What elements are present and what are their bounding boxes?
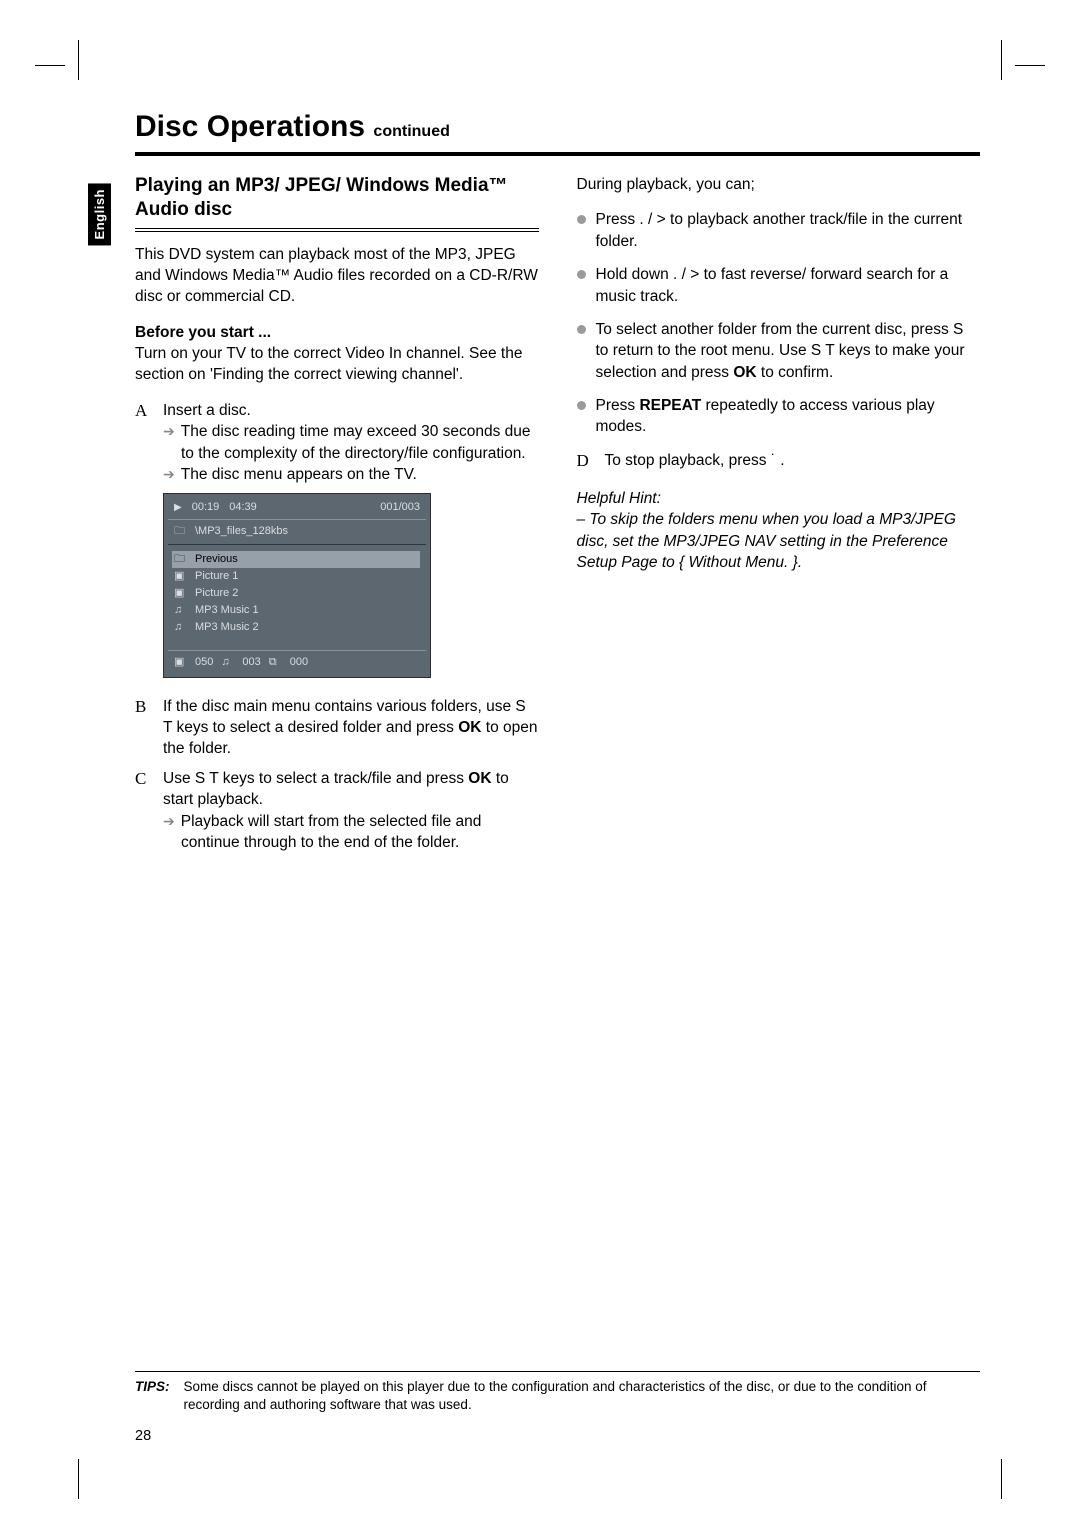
language-tab: English — [88, 183, 111, 245]
disc-menu-item: ▣ Picture 2 — [174, 585, 420, 602]
bullet-text-span: Press — [596, 397, 640, 414]
folder-icon: 🗀 — [174, 552, 187, 567]
tips-body: Some discs cannot be played on this play… — [184, 1378, 980, 1414]
time-elapsed: 00:19 — [192, 500, 220, 515]
bullet-item: Hold down . / > to fast reverse/ forward… — [577, 264, 981, 307]
video-icon: ⧉ — [269, 655, 282, 670]
before-you-start-body: Turn on your TV to the correct Video In … — [135, 345, 522, 383]
folder-icon: 🗀 — [174, 524, 187, 539]
page-title: Disc Operations continued — [135, 110, 980, 156]
bullet-item: To select another folder from the curren… — [577, 319, 981, 383]
disc-menu-item-label: MP3 Music 2 — [195, 620, 259, 635]
step-letter: A — [135, 400, 153, 486]
ok-key: OK — [458, 719, 481, 736]
bullet-text: Hold down . / > to fast reverse/ forward… — [596, 264, 981, 307]
music-icon: ♫ — [174, 603, 187, 618]
step-text: If the disc main menu contains various f… — [163, 696, 539, 760]
crop-mark — [1001, 1459, 1002, 1499]
bullet-text: Press REPEAT repeatedly to access variou… — [596, 395, 981, 438]
crop-mark — [1001, 40, 1002, 80]
disc-menu-item-label: Picture 2 — [195, 586, 238, 601]
page-title-main: Disc Operations — [135, 110, 365, 143]
page-title-continued: continued — [373, 123, 449, 140]
step-text: Use S T keys to select a track/file and … — [163, 768, 539, 811]
bullet-icon — [577, 401, 586, 410]
tips-footer: TIPS: Some discs cannot be played on thi… — [135, 1371, 980, 1414]
tips-label: TIPS: — [135, 1378, 170, 1414]
music-icon: ♫ — [174, 620, 187, 635]
step-text-span: Use S T keys to select a track/file and … — [163, 770, 468, 787]
disc-menu-item-label: Picture 1 — [195, 569, 238, 584]
step-letter: C — [135, 768, 153, 854]
step-d: D To stop playback, press ˙ . — [577, 450, 981, 472]
bullet-text: Press . / > to playback another track/fi… — [596, 209, 981, 252]
picture-icon: ▣ — [174, 586, 187, 601]
before-you-start-label: Before you start ... — [135, 324, 271, 341]
ok-key: OK — [733, 364, 756, 381]
bullet-icon — [577, 325, 586, 334]
disc-menu-item: ♫ MP3 Music 2 — [174, 619, 420, 636]
step-letter: D — [577, 450, 595, 472]
bullet-icon — [577, 270, 586, 279]
before-you-start: Before you start ... Turn on your TV to … — [135, 322, 539, 386]
disc-menu-item: ▣ Picture 1 — [174, 568, 420, 585]
hint-body: – To skip the folders menu when you load… — [577, 511, 956, 571]
crop-mark — [35, 65, 65, 66]
step-a: A Insert a disc. The disc reading time m… — [135, 400, 539, 486]
time-total: 04:39 — [229, 500, 257, 515]
bullet-text: To select another folder from the curren… — [596, 319, 981, 383]
step-arrow-line: The disc menu appears on the TV. — [163, 464, 539, 485]
disc-menu-item: ♫ MP3 Music 1 — [174, 602, 420, 619]
ok-key: OK — [468, 770, 491, 787]
status-pic-count: 050 — [195, 655, 213, 670]
bullet-icon — [577, 215, 586, 224]
disc-menu-illustration: ▶ 00:19 04:39 001/003 🗀 \MP3_files_128kb… — [163, 493, 431, 677]
disc-menu-item-label: MP3 Music 1 — [195, 603, 259, 618]
status-video-count: 000 — [290, 655, 308, 670]
section-heading: Playing an MP3/ JPEG/ Windows Media™ Aud… — [135, 174, 539, 232]
track-index: 001/003 — [380, 500, 420, 515]
right-intro: During playback, you can; — [577, 174, 981, 195]
step-text: Insert a disc. — [163, 400, 539, 421]
status-music-count: 003 — [242, 655, 260, 670]
step-arrow-line: Playback will start from the selected fi… — [163, 811, 539, 854]
intro-paragraph: This DVD system can playback most of the… — [135, 244, 539, 308]
picture-icon: ▣ — [174, 569, 187, 584]
bullet-text-span: to confirm. — [757, 364, 834, 381]
disc-menu-previous: 🗀 Previous — [172, 551, 420, 568]
step-arrow-line: The disc reading time may exceed 30 seco… — [163, 421, 539, 464]
disc-path: \MP3_files_128kbs — [195, 524, 288, 539]
repeat-key: REPEAT — [639, 397, 701, 414]
bullet-item: Press REPEAT repeatedly to access variou… — [577, 395, 981, 438]
step-text: To stop playback, press ˙ . — [605, 450, 981, 472]
page-number: 28 — [135, 1428, 151, 1444]
crop-mark — [1015, 65, 1045, 66]
play-icon: ▶ — [174, 501, 182, 515]
crop-mark — [78, 1459, 79, 1499]
previous-label: Previous — [195, 552, 238, 567]
bullet-item: Press . / > to playback another track/fi… — [577, 209, 981, 252]
hint-label: Helpful Hint: — [577, 490, 661, 507]
crop-mark — [78, 40, 79, 80]
step-b: B If the disc main menu contains various… — [135, 696, 539, 760]
step-letter: B — [135, 696, 153, 760]
step-c: C Use S T keys to select a track/file an… — [135, 768, 539, 854]
picture-icon: ▣ — [174, 655, 187, 670]
helpful-hint: Helpful Hint: – To skip the folders menu… — [577, 488, 981, 574]
music-icon: ♫ — [221, 655, 234, 670]
